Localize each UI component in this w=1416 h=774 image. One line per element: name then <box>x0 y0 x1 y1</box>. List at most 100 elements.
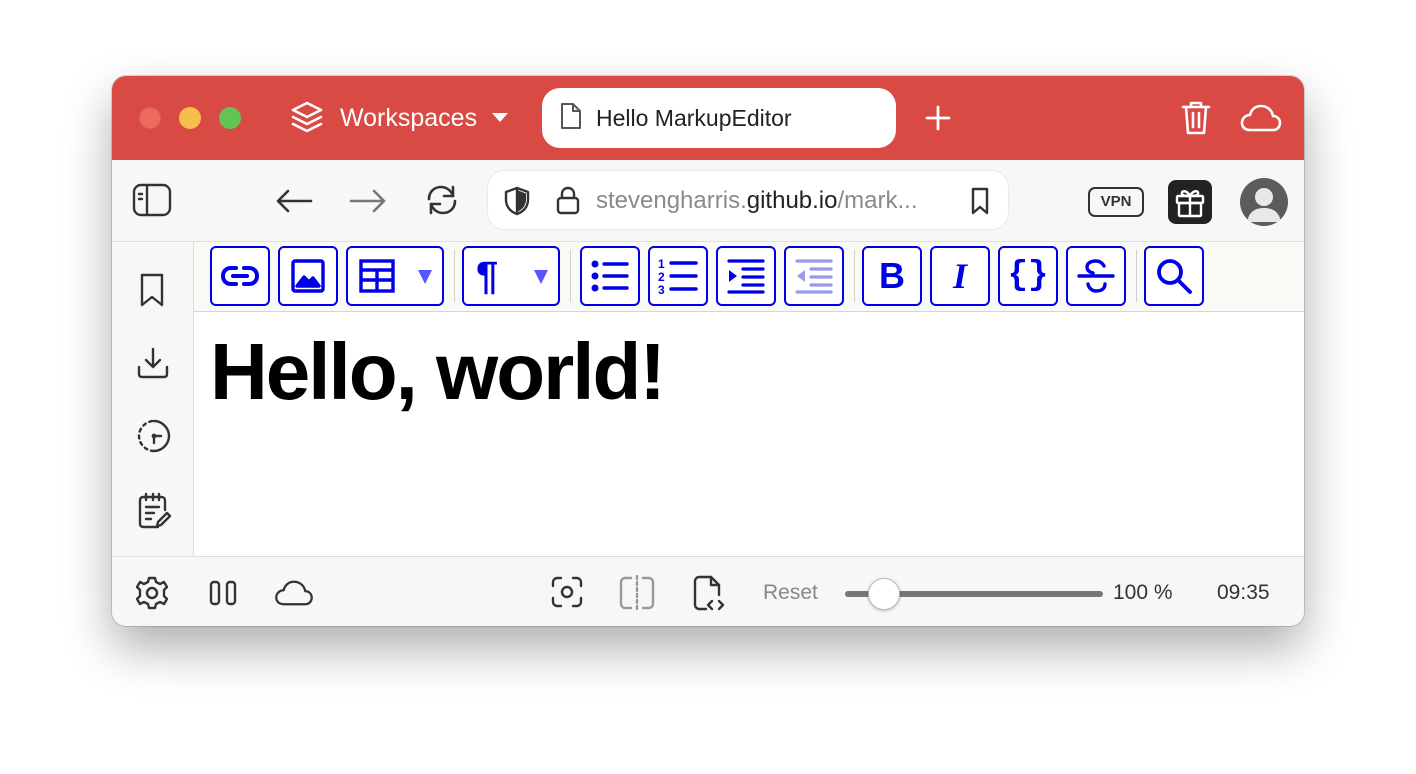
italic-icon: I <box>952 256 967 296</box>
toolbar-divider <box>454 250 455 302</box>
navigation-bar: stevengharris.github.io/mark... VPN <box>112 160 1304 242</box>
sidebar <box>112 242 194 556</box>
bookmark-icon[interactable] <box>970 187 990 220</box>
reload-icon <box>427 185 457 215</box>
back-arrow-icon <box>276 189 313 213</box>
url-domain: github.io <box>746 187 838 214</box>
bullet-list-icon <box>591 260 629 292</box>
zoom-slider[interactable] <box>845 578 1103 610</box>
zoom-level: 100 % <box>1113 581 1173 604</box>
code-icon: {} <box>1007 257 1049 295</box>
strikethrough-button[interactable] <box>1066 246 1126 306</box>
sidebar-notes-button[interactable] <box>136 492 172 535</box>
title-bar: Workspaces Hello MarkupEditor <box>112 76 1304 160</box>
sidebar-toggle-button[interactable] <box>132 182 172 223</box>
svg-text:3: 3 <box>658 283 665 296</box>
close-window-button[interactable] <box>139 107 161 129</box>
cloud-icon <box>1240 104 1282 132</box>
zoom-reset-button[interactable]: Reset <box>763 581 818 605</box>
address-bar[interactable]: stevengharris.github.io/mark... <box>488 171 1008 229</box>
markup-editor: ¶ 1 2 3 B I {} Hello, world! <box>194 242 1304 556</box>
bold-button[interactable]: B <box>862 246 922 306</box>
download-icon <box>137 347 169 379</box>
user-icon <box>1247 188 1281 222</box>
indent-icon <box>727 259 765 294</box>
split-view-button[interactable] <box>618 574 656 616</box>
settings-icon <box>135 576 169 610</box>
plus-icon <box>925 105 951 131</box>
workspaces-button[interactable]: Workspaces <box>290 98 509 138</box>
screenshot-button[interactable] <box>550 575 584 614</box>
gift-icon <box>1175 190 1205 218</box>
paragraph-style-button[interactable]: ¶ <box>462 246 560 306</box>
outdent-button[interactable] <box>784 246 844 306</box>
browser-window: Workspaces Hello MarkupEditor stevenghar… <box>112 76 1304 626</box>
link-button[interactable] <box>210 246 270 306</box>
page-source-button[interactable] <box>692 573 728 618</box>
cloud-icon <box>275 580 313 606</box>
cloud-button[interactable] <box>1240 103 1282 138</box>
toolbar-divider <box>854 250 855 302</box>
table-icon <box>359 259 395 293</box>
settings-button[interactable] <box>134 575 170 616</box>
image-button[interactable] <box>278 246 338 306</box>
numbered-list-icon: 1 2 3 <box>658 257 698 296</box>
zoom-window-button[interactable] <box>219 107 241 129</box>
layers-icon <box>290 100 324 136</box>
screenshot-icon <box>551 576 583 608</box>
gift-button[interactable] <box>1168 180 1212 224</box>
pause-button[interactable] <box>208 579 238 612</box>
url-suffix: /mark... <box>837 187 918 214</box>
chevron-down-icon <box>491 112 509 124</box>
toolbar-divider <box>1136 250 1137 302</box>
svg-text:2: 2 <box>658 270 665 284</box>
sidebar-toggle-icon <box>132 183 172 217</box>
pause-icon <box>209 580 237 606</box>
outdent-icon <box>795 259 833 294</box>
chevron-down-icon <box>418 270 432 284</box>
search-button[interactable] <box>1144 246 1204 306</box>
editor-toolbar: ¶ 1 2 3 B I {} <box>194 242 1304 312</box>
minimize-window-button[interactable] <box>179 107 201 129</box>
italic-button[interactable]: I <box>930 246 990 306</box>
page-icon <box>560 102 582 135</box>
history-icon <box>137 419 171 453</box>
clock: 09:35 <box>1217 581 1270 604</box>
svg-text:1: 1 <box>658 257 665 271</box>
tab-title: Hello MarkupEditor <box>596 104 792 131</box>
strikethrough-icon <box>1077 259 1115 293</box>
forward-arrow-icon <box>349 189 386 213</box>
document-heading[interactable]: Hello, world! <box>210 326 666 418</box>
workspaces-label: Workspaces <box>340 103 478 132</box>
back-button[interactable] <box>274 186 314 221</box>
zoom-slider-thumb[interactable] <box>868 578 900 610</box>
sidebar-history-button[interactable] <box>136 418 172 459</box>
split-view-icon <box>619 574 655 612</box>
url-prefix: stevengharris. <box>596 187 747 214</box>
sync-button[interactable] <box>274 579 314 612</box>
bold-icon: B <box>879 255 905 296</box>
status-bar: Reset 100 % 09:35 <box>112 556 1304 626</box>
table-button[interactable] <box>346 246 444 306</box>
forward-button[interactable] <box>348 186 388 221</box>
trash-button[interactable] <box>1180 99 1212 142</box>
lock-icon <box>556 185 580 220</box>
link-icon <box>220 266 260 286</box>
tab-hello-markupeditor[interactable]: Hello MarkupEditor <box>542 88 896 148</box>
code-button[interactable]: {} <box>998 246 1058 306</box>
reload-button[interactable] <box>424 182 460 223</box>
numbered-list-button[interactable]: 1 2 3 <box>648 246 708 306</box>
avatar[interactable] <box>1240 178 1288 226</box>
new-tab-button[interactable] <box>922 102 954 134</box>
indent-button[interactable] <box>716 246 776 306</box>
sidebar-downloads-button[interactable] <box>136 346 170 385</box>
search-icon <box>1157 259 1192 294</box>
vpn-button[interactable]: VPN <box>1088 187 1144 217</box>
sidebar-bookmarks-button[interactable] <box>138 272 166 313</box>
url-text: stevengharris.github.io/mark... <box>596 187 918 215</box>
notes-icon <box>138 492 172 529</box>
bullet-list-button[interactable] <box>580 246 640 306</box>
page-source-icon <box>693 575 725 611</box>
shield-icon[interactable] <box>504 186 530 221</box>
chevron-down-icon <box>534 270 548 284</box>
